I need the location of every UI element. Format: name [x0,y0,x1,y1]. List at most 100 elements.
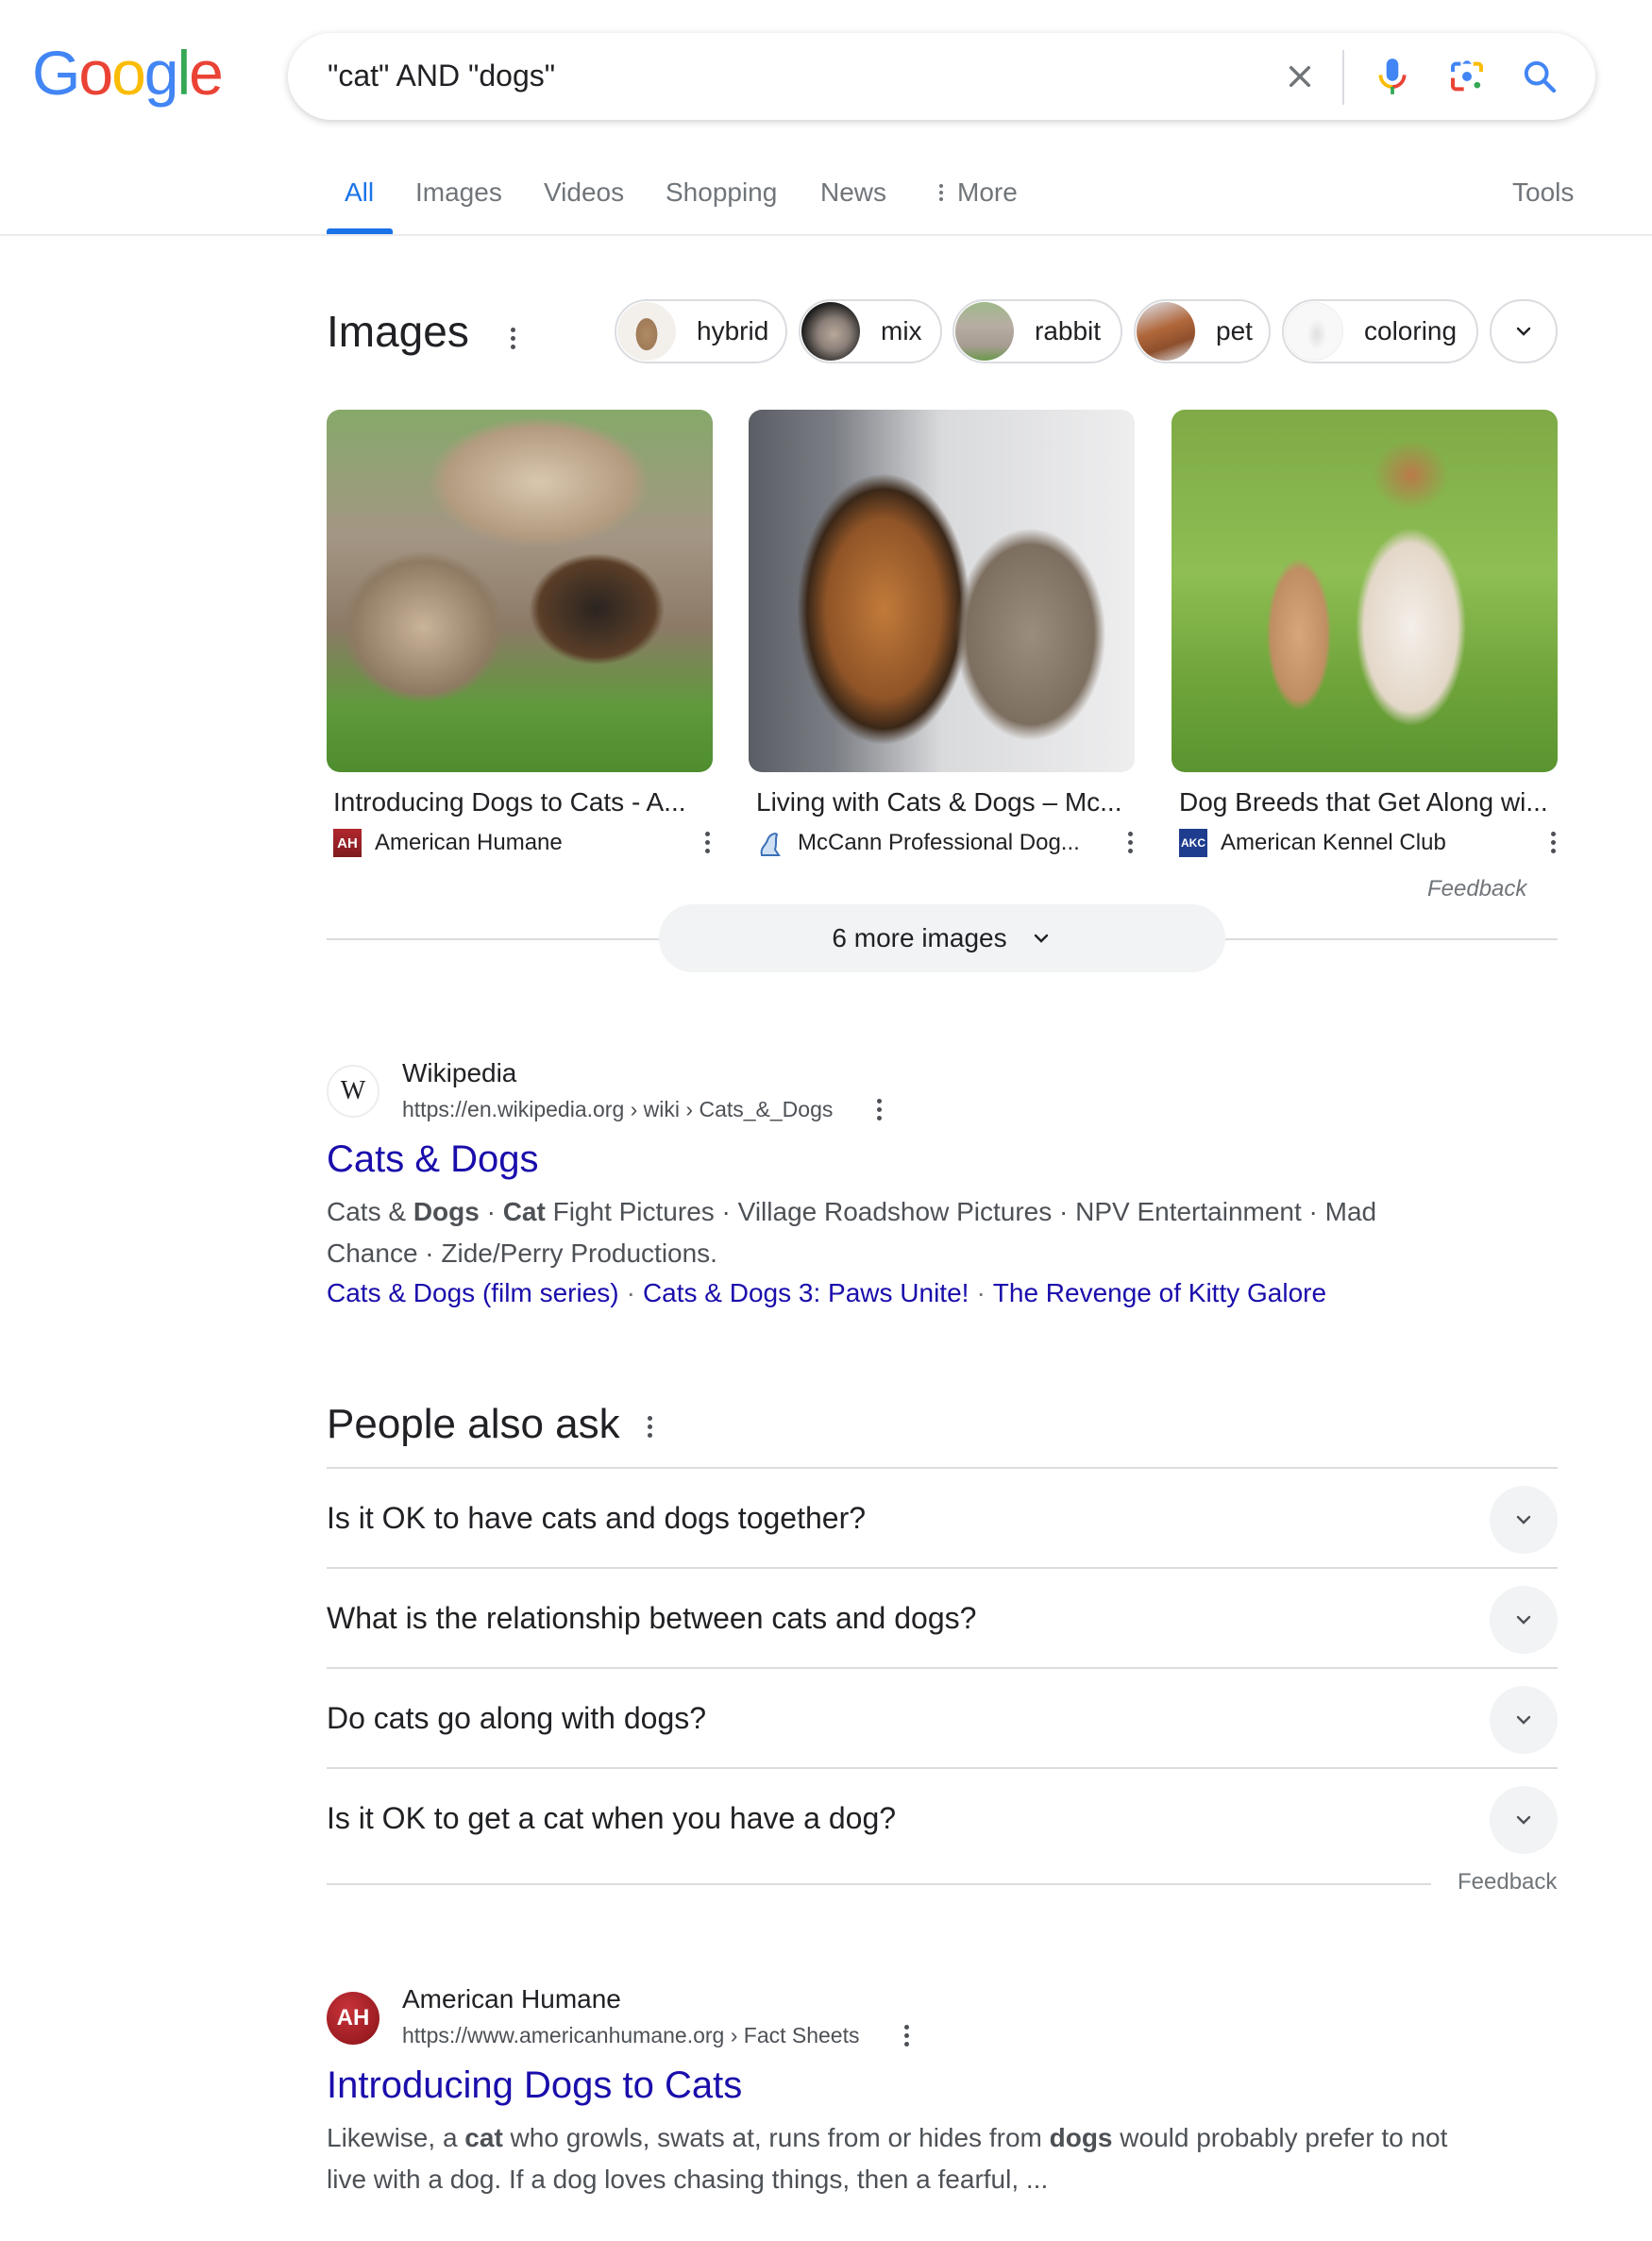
divider-line [327,1767,1558,1769]
images-options-icon[interactable] [501,325,524,351]
divider-line [1225,938,1558,940]
google-logo[interactable]: Google [32,38,224,108]
chips-expand-button[interactable] [1490,299,1558,363]
wikipedia-favicon[interactable]: W [327,1065,379,1118]
sitelink[interactable]: The Revenge of Kitty Galore [993,1278,1326,1307]
paa-question[interactable]: Is it OK to have cats and dogs together? [327,1501,866,1536]
chip-thumbnail [617,302,676,361]
result-options-icon[interactable] [868,1095,890,1123]
chevron-down-icon [1516,1715,1531,1725]
tools-button[interactable]: Tools [1512,177,1574,208]
image-result-title[interactable]: Dog Breeds that Get Along wi... [1179,787,1548,817]
american-humane-favicon: AH [333,829,362,857]
image-result-1[interactable] [327,410,713,772]
chevron-down-icon [1516,1815,1531,1825]
search-icon[interactable] [1517,54,1562,99]
images-heading: Images [327,307,469,356]
paa-heading: People also ask [327,1401,620,1447]
image-result-2[interactable] [749,410,1135,772]
akc-favicon: AKC [1179,829,1207,857]
paa-expand-button[interactable] [1490,1686,1558,1754]
snippet-line: live with a dog. If a dog loves chasing … [327,2165,1049,2194]
chip-label: coloring [1364,316,1458,345]
sitelink[interactable]: Cats & Dogs 3: Paws Unite! [643,1278,969,1307]
result-options-icon[interactable] [895,2021,918,2049]
paa-options-icon[interactable] [638,1413,661,1440]
more-images-label: 6 more images [832,923,1007,952]
chip-mix[interactable]: mix [799,299,942,363]
paa-expand-button[interactable] [1490,1486,1558,1554]
logo-letter: o [78,38,113,108]
snippet-line: Chance · Zide/Perry Productions. [327,1238,717,1268]
image-result-title[interactable]: Living with Cats & Dogs – Mc... [756,787,1121,817]
snippet-highlight: Cat [502,1197,546,1226]
tab-news[interactable]: News [820,177,886,208]
result-url[interactable]: https://www.americanhumane.org › Fact Sh… [402,2023,860,2048]
tab-shopping[interactable]: Shopping [666,177,777,208]
images-feedback-link[interactable]: Feedback [1427,876,1526,902]
chevron-down-icon [1516,1515,1531,1525]
snippet-text: · [479,1197,503,1226]
clear-icon[interactable] [1277,54,1323,99]
chip-coloring[interactable]: coloring [1282,299,1478,363]
image-result-options-icon[interactable] [696,828,718,856]
site-name[interactable]: Wikipedia [402,1058,516,1088]
logo-letter: e [189,38,224,108]
chip-hybrid[interactable]: hybrid [615,299,787,363]
american-humane-favicon[interactable]: AH [327,1992,379,2045]
more-images-button[interactable]: 6 more images [659,904,1225,972]
logo-letter: G [32,38,80,108]
image-result-options-icon[interactable] [1542,828,1564,856]
paa-expand-button[interactable] [1490,1586,1558,1654]
logo-letter: l [177,38,192,108]
lens-icon[interactable] [1444,54,1490,99]
search-input[interactable]: "cat" AND "dogs" [328,59,555,93]
search-box[interactable]: "cat" AND "dogs" [288,33,1595,120]
image-result-source[interactable]: AKC American Kennel Club [1179,829,1446,857]
divider-line [327,1467,1558,1469]
tab-more[interactable]: More [935,177,1018,208]
paa-question[interactable]: Do cats go along with dogs? [327,1701,706,1736]
snippet-highlight: dogs [1049,2123,1113,2152]
image-result-title[interactable]: Introducing Dogs to Cats - A... [333,787,686,817]
snippet-highlight: cat [464,2123,503,2152]
tab-images[interactable]: Images [415,177,502,208]
tab-videos[interactable]: Videos [544,177,624,208]
chip-thumbnail [955,302,1014,361]
source-label: McCann Professional Dog... [798,830,1080,855]
paa-feedback-link[interactable]: Feedback [1458,1869,1557,1896]
chip-pet[interactable]: pet [1134,299,1271,363]
chip-thumbnail [1137,302,1195,361]
image-result-source[interactable]: AH American Humane [333,829,563,857]
image-result-3[interactable] [1172,410,1558,772]
paa-question[interactable]: What is the relationship between cats an… [327,1601,976,1636]
chip-rabbit[interactable]: rabbit [952,299,1122,363]
divider-line [327,1883,1431,1885]
result-snippet: Cats & Dogs · Cat Fight Pictures · Villa… [327,1191,1573,1274]
tab-more-label: More [957,177,1018,207]
tab-all[interactable]: All [345,177,374,208]
search-divider [1342,50,1344,105]
snippet-text: Fight Pictures · Village Roadshow Pictur… [545,1197,1377,1226]
source-label: American Humane [375,830,563,855]
chip-thumbnail [1285,302,1343,361]
sitelink[interactable]: Cats & Dogs (film series) [327,1278,619,1307]
result-title-link[interactable]: Introducing Dogs to Cats [327,2064,742,2107]
chip-label: rabbit [1035,316,1102,345]
chevron-down-icon [1034,934,1048,943]
chevron-down-icon [1516,1615,1531,1625]
snippet-text: would probably prefer to not [1112,2123,1448,2152]
result-url[interactable]: https://en.wikipedia.org › wiki › Cats_&… [402,1097,833,1122]
image-result-options-icon[interactable] [1119,828,1141,856]
site-name[interactable]: American Humane [402,1984,621,2014]
source-label: American Kennel Club [1221,830,1446,855]
paa-expand-button[interactable] [1490,1786,1558,1854]
paa-question[interactable]: Is it OK to get a cat when you have a do… [327,1801,896,1836]
voice-search-icon[interactable] [1370,54,1415,99]
snippet-text: Cats & [327,1197,413,1226]
result-title-link[interactable]: Cats & Dogs [327,1138,539,1181]
image-result-source[interactable]: McCann Professional Dog... [756,829,1080,857]
logo-letter: g [143,38,179,108]
snippet-highlight: Dogs [413,1197,480,1226]
chip-label: pet [1216,316,1253,345]
